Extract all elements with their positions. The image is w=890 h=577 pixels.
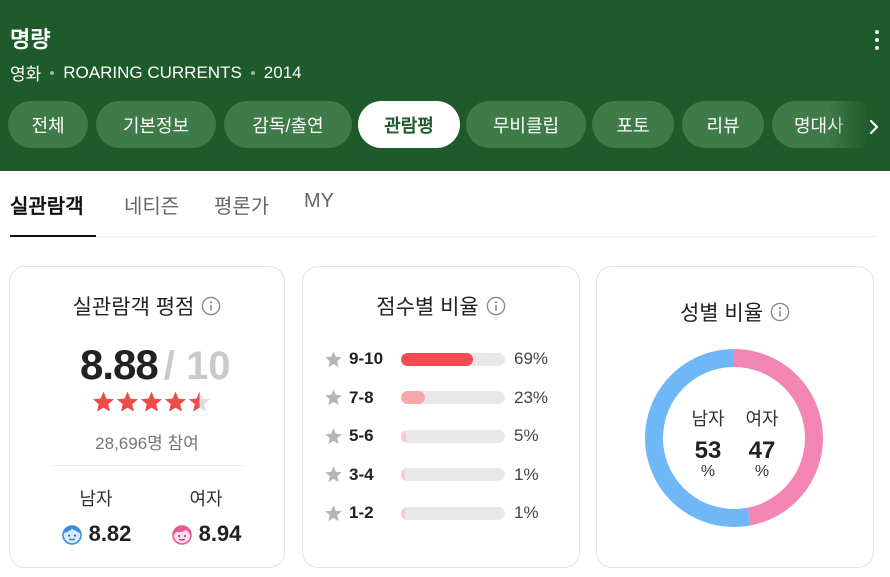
score-range-row: 9-10 69%: [324, 348, 548, 370]
average-score: 8.88: [80, 341, 159, 388]
star-icon: [325, 427, 342, 444]
star-icon: [325, 389, 342, 406]
female-label: 여자: [189, 489, 223, 509]
star-filled-icon: [165, 391, 186, 412]
bar-fill: [401, 352, 473, 366]
separator-dot: [250, 70, 255, 75]
donut-labels: 남자 53 % 여자 47 %: [685, 405, 785, 481]
category-label: 영화: [10, 65, 42, 84]
bar-track: [401, 506, 505, 520]
more-vertical-icon[interactable]: [874, 30, 880, 50]
tab-reviews-ratings[interactable]: 관람평: [358, 101, 460, 148]
star-filled-icon: [141, 391, 162, 412]
male-label: 남자: [691, 409, 725, 429]
score-range-label: 9-10: [349, 349, 384, 368]
info-icon[interactable]: [486, 296, 506, 316]
score-max: / 10: [163, 344, 231, 388]
star-icon: [325, 350, 342, 367]
score-distribution-card: 점수별 비율 9-10 69% 7-8 23% 5-6 5% 3-4 1% 1-2 1%: [302, 266, 580, 568]
male-score-row: 8.82: [46, 521, 146, 547]
subtab-my[interactable]: MY: [304, 190, 334, 213]
separator-dot: [50, 70, 55, 75]
score-range-percent: 69%: [514, 349, 549, 368]
star-filled-icon: [117, 391, 138, 412]
bar-track: [401, 391, 505, 404]
male-score: 8.82: [88, 521, 132, 546]
gender-card-title: 성별 비율: [597, 297, 873, 327]
bar-track: [401, 429, 505, 443]
tab-photos[interactable]: 포토: [592, 101, 674, 148]
bar-fill: [401, 391, 425, 404]
score-range-percent: 5%: [514, 426, 539, 445]
release-year: 2014: [263, 62, 302, 82]
star-half-icon: [189, 391, 210, 412]
distribution-card-title: 점수별 비율: [303, 291, 579, 321]
female-ratio: 여자 47 %: [739, 405, 785, 481]
bar-fill: [401, 468, 405, 481]
bar-fill: [401, 429, 407, 443]
male-ratio: 남자 53 %: [685, 405, 731, 481]
page-title: 명량: [10, 27, 51, 52]
bar-track: [401, 468, 505, 481]
subtab-netizen[interactable]: 네티즌: [124, 190, 179, 219]
male-label: 남자: [79, 489, 113, 509]
rating-card-title: 실관람객 평점: [10, 291, 284, 321]
female-percent: 47: [748, 437, 776, 464]
tab-review[interactable]: 리뷰: [682, 101, 764, 148]
subtab-critic[interactable]: 평론가: [214, 190, 269, 219]
percent-unit: %: [700, 463, 716, 480]
tab-movie-clips[interactable]: 무비클립: [466, 101, 586, 148]
score-range-label: 1-2: [349, 503, 374, 522]
female-score-row: 8.94: [156, 521, 256, 547]
subtab-active-underline: [10, 235, 96, 237]
more-dot: [875, 38, 879, 42]
score-range-row: 3-4 1%: [324, 464, 539, 486]
tab-director-cast[interactable]: 감독/출연: [224, 101, 352, 148]
male-score-block: 남자 8.82: [46, 485, 146, 547]
male-percent: 53: [694, 437, 722, 464]
card-divider: [52, 465, 244, 466]
info-icon[interactable]: [201, 296, 221, 316]
score-range-row: 1-2 1%: [324, 502, 539, 524]
rating-title-text: 실관람객 평점: [72, 296, 195, 319]
female-score: 8.94: [198, 521, 242, 546]
female-label: 여자: [745, 409, 779, 429]
score-row: 8.88 / 10: [80, 341, 230, 389]
score-range-row: 5-6 5%: [324, 425, 539, 447]
male-face-icon: [61, 525, 82, 545]
score-range-label: 3-4: [349, 464, 374, 484]
more-dot: [875, 30, 879, 34]
chevron-right-icon[interactable]: [868, 120, 880, 134]
female-score-block: 여자 8.94: [156, 485, 256, 547]
tab-all[interactable]: 전체: [8, 101, 88, 148]
english-title: ROARING CURRENTS: [63, 62, 242, 82]
score-range-percent: 23%: [514, 387, 549, 407]
info-icon[interactable]: [770, 302, 790, 322]
percent-unit: %: [754, 463, 770, 480]
gender-title-text: 성별 비율: [679, 302, 764, 325]
score-range-row: 7-8 23%: [324, 387, 548, 409]
tab-basic-info[interactable]: 기본정보: [96, 101, 216, 148]
gender-ratio-card: 성별 비율 남자 53 % 여자 47 %: [596, 266, 874, 568]
star-icon: [325, 466, 342, 483]
female-face-icon: [171, 525, 192, 545]
bar-fill: [401, 506, 405, 520]
score-range-percent: 1%: [514, 464, 539, 484]
participant-count: 28,696명 참여: [95, 434, 199, 453]
score-range-label: 5-6: [349, 426, 374, 445]
subtab-audience[interactable]: 실관람객: [10, 190, 84, 219]
more-dot: [875, 46, 879, 50]
subtab-divider: [10, 236, 876, 237]
score-range-percent: 1%: [514, 503, 539, 522]
movie-subtitle: 영화 ROARING CURRENTS 2014: [10, 60, 302, 85]
star-rating: [91, 390, 211, 414]
tabs-fade: [828, 101, 868, 148]
rating-card: 실관람객 평점 8.88 / 10 28,696명 참여 남자 8.82 여자: [9, 266, 285, 568]
star-filled-icon: [93, 391, 114, 412]
score-range-label: 7-8: [349, 387, 374, 407]
distribution-title-text: 점수별 비율: [376, 296, 479, 319]
tab-bar: 전체 기본정보 감독/출연 관람평 무비클립 포토 리뷰 명대사: [8, 101, 868, 148]
bar-track: [401, 352, 505, 366]
star-icon: [325, 504, 342, 521]
